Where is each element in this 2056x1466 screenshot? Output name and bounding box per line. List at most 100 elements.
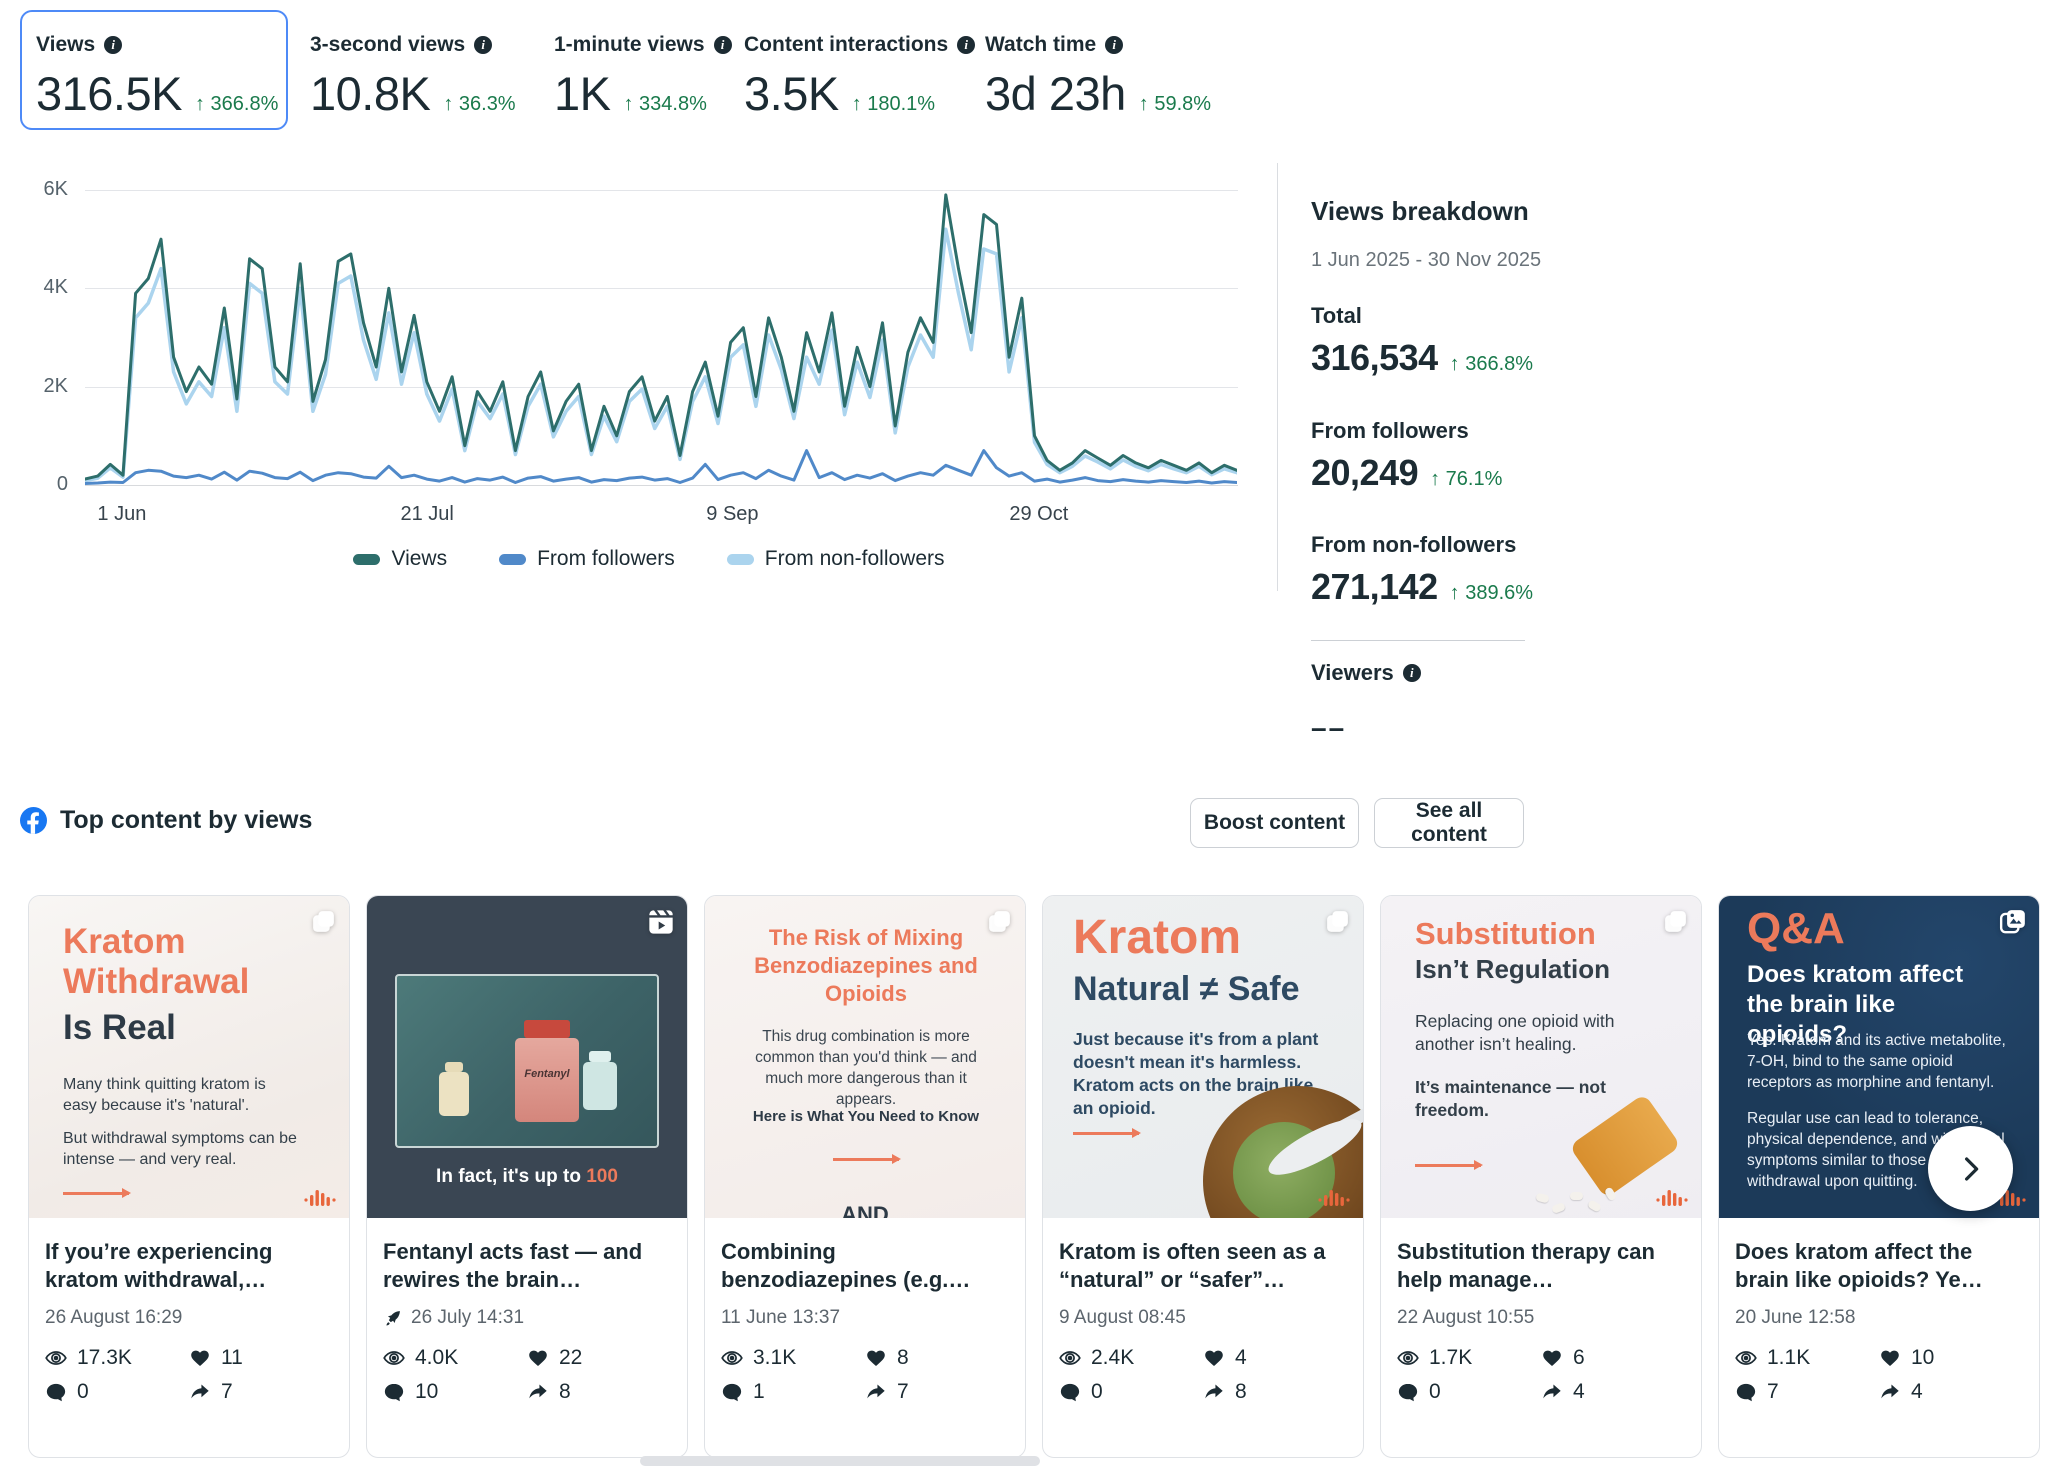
- legend-item-from-followers[interactable]: From followers: [499, 547, 675, 571]
- metric-value: 1K: [554, 66, 611, 121]
- post-title: Does kratom affect the brain like opioid…: [1735, 1238, 2023, 1294]
- views-stat: 4.0K: [383, 1346, 527, 1370]
- brand-watermark-icon: [303, 1186, 337, 1210]
- facebook-icon: [20, 807, 47, 834]
- divider: [1311, 640, 1525, 641]
- art-body: Here is What You Need to Know: [735, 1108, 997, 1125]
- art-cut-text: AND: [705, 1202, 1025, 1218]
- eye-icon: [721, 1347, 743, 1369]
- post-stats: 2.4K 4 0 8: [1059, 1346, 1347, 1404]
- small-bottle: [583, 1062, 617, 1110]
- non-followers-swatch: [727, 554, 754, 565]
- info-icon[interactable]: i: [1105, 36, 1123, 54]
- post-thumbnail: Kratom Withdrawal Is Real Many think qui…: [29, 896, 349, 1218]
- legend-item-views[interactable]: Views: [353, 547, 447, 571]
- insights-page: Viewsi 316.5K↑ 366.8% 3-second viewsi 10…: [0, 0, 2056, 1466]
- x-tick-label: 9 Sep: [706, 503, 758, 526]
- post-date: 26 August 16:29: [45, 1307, 333, 1329]
- arrow-icon: [833, 1158, 899, 1161]
- photos-icon: [1999, 908, 2027, 936]
- morphine-bottle: [439, 1072, 469, 1116]
- eye-icon: [1059, 1347, 1081, 1369]
- shares-stat: 8: [527, 1380, 671, 1404]
- followers-value: 20,249: [1311, 452, 1418, 494]
- boost-content-button[interactable]: Boost content: [1190, 798, 1359, 848]
- content-card[interactable]: Kratom Withdrawal Is Real Many think qui…: [28, 895, 350, 1458]
- metric-label: 3-second viewsi: [310, 33, 516, 57]
- info-icon[interactable]: i: [1403, 664, 1421, 682]
- likes-stat: 4: [1203, 1346, 1347, 1370]
- metric-views[interactable]: Viewsi 316.5K↑ 366.8%: [36, 33, 278, 121]
- content-card[interactable]: The Risk of Mixing Benzodiazepines and O…: [704, 895, 1026, 1458]
- content-card[interactable]: Kratom Natural ≠ Safe Just because it's …: [1042, 895, 1364, 1458]
- views-line-chart: 6K 4K 2K 0 1 Jun21 Jul9 Sep29 Oct Views …: [20, 165, 1278, 605]
- shares-stat: 4: [1879, 1380, 2023, 1404]
- heart-icon: [1879, 1347, 1901, 1369]
- post-stats: 3.1K 8 1 7: [721, 1346, 1009, 1404]
- share-icon: [865, 1381, 887, 1403]
- post-title: Fentanyl acts fast — and rewires the bra…: [383, 1238, 671, 1294]
- views-stat: 17.3K: [45, 1346, 189, 1370]
- metric-3-second-views[interactable]: 3-second viewsi 10.8K↑ 36.3%: [310, 33, 516, 121]
- post-thumbnail: Substitution Isn’t Regulation Replacing …: [1381, 896, 1701, 1218]
- carousel-next-button[interactable]: [1928, 1126, 2013, 1211]
- post-thumbnail: Fentanyl In fact, it's up to 100: [367, 896, 687, 1218]
- metric-label: Content interactionsi: [744, 33, 975, 57]
- breakdown-from-non-followers: From non-followers 271,142↑ 389.6%: [1311, 532, 1533, 608]
- info-icon[interactable]: i: [714, 36, 732, 54]
- info-icon[interactable]: i: [104, 36, 122, 54]
- see-all-content-button[interactable]: See all content: [1374, 798, 1524, 848]
- top-content-header: Top content by views: [20, 806, 312, 835]
- metric-value: 3d 23h: [985, 66, 1126, 121]
- metric-content-interactions[interactable]: Content interactionsi 3.5K↑ 180.1%: [744, 33, 975, 121]
- comments-stat: 7: [1735, 1380, 1879, 1404]
- views-stat: 2.4K: [1059, 1346, 1203, 1370]
- heart-icon: [865, 1347, 887, 1369]
- post-date: 26 July 14:31: [383, 1307, 671, 1329]
- total-value: 316,534: [1311, 337, 1438, 379]
- art-heading: Kratom: [1073, 910, 1241, 965]
- share-icon: [189, 1381, 211, 1403]
- post-title: Kratom is often seen as a “natural” or “…: [1059, 1238, 1347, 1294]
- share-icon: [1879, 1381, 1901, 1403]
- pill: [1570, 1192, 1583, 1200]
- top-content-title: Top content by views: [60, 806, 312, 835]
- comment-icon: [45, 1381, 67, 1403]
- collection-icon: [1324, 908, 1351, 935]
- metric-1-minute-views[interactable]: 1-minute viewsi 1K↑ 334.8%: [554, 33, 732, 121]
- brand-watermark-icon: [1317, 1186, 1351, 1210]
- likes-stat: 8: [865, 1346, 1009, 1370]
- likes-stat: 22: [527, 1346, 671, 1370]
- content-card[interactable]: Substitution Isn’t Regulation Replacing …: [1380, 895, 1702, 1458]
- metric-change: ↑ 36.3%: [443, 93, 515, 116]
- breakdown-date-range: 1 Jun 2025 - 30 Nov 2025: [1311, 249, 1541, 272]
- art-body: But withdrawal symptoms can be intense —…: [63, 1128, 303, 1170]
- viewers-row: Viewersi: [1311, 660, 1421, 686]
- metric-change: ↑ 180.1%: [852, 93, 935, 116]
- likes-stat: 6: [1541, 1346, 1685, 1370]
- collection-icon: [986, 908, 1013, 935]
- eye-icon: [45, 1347, 67, 1369]
- collection-icon: [1662, 908, 1689, 935]
- comments-stat: 0: [45, 1380, 189, 1404]
- metric-watch-time[interactable]: Watch timei 3d 23h↑ 59.8%: [985, 33, 1211, 121]
- heart-icon: [1541, 1347, 1563, 1369]
- post-title: Combining benzodiazepines (e.g.…: [721, 1238, 1009, 1294]
- fentanyl-bottle: Fentanyl: [515, 1038, 579, 1122]
- info-icon[interactable]: i: [474, 36, 492, 54]
- legend-item-from-non-followers[interactable]: From non-followers: [727, 547, 945, 571]
- breakdown-from-followers: From followers 20,249↑ 76.1%: [1311, 418, 1502, 494]
- shares-stat: 7: [865, 1380, 1009, 1404]
- x-tick-label: 21 Jul: [400, 503, 453, 526]
- arrow-icon: [63, 1192, 129, 1195]
- post-title: If you’re experiencing kratom withdrawal…: [45, 1238, 333, 1294]
- info-icon[interactable]: i: [957, 36, 975, 54]
- content-card[interactable]: Fentanyl In fact, it's up to 100 Fentany…: [366, 895, 688, 1458]
- pill: [1587, 1199, 1602, 1212]
- post-stats: 1.1K 10 7 4: [1735, 1346, 2023, 1404]
- comment-icon: [1397, 1381, 1419, 1403]
- post-date: 22 August 10:55: [1397, 1307, 1685, 1329]
- art-body: Replacing one opioid with another isn’t …: [1415, 1010, 1651, 1056]
- horizontal-scrollbar[interactable]: [640, 1456, 1040, 1466]
- post-stats: 4.0K 22 10 8: [383, 1346, 671, 1404]
